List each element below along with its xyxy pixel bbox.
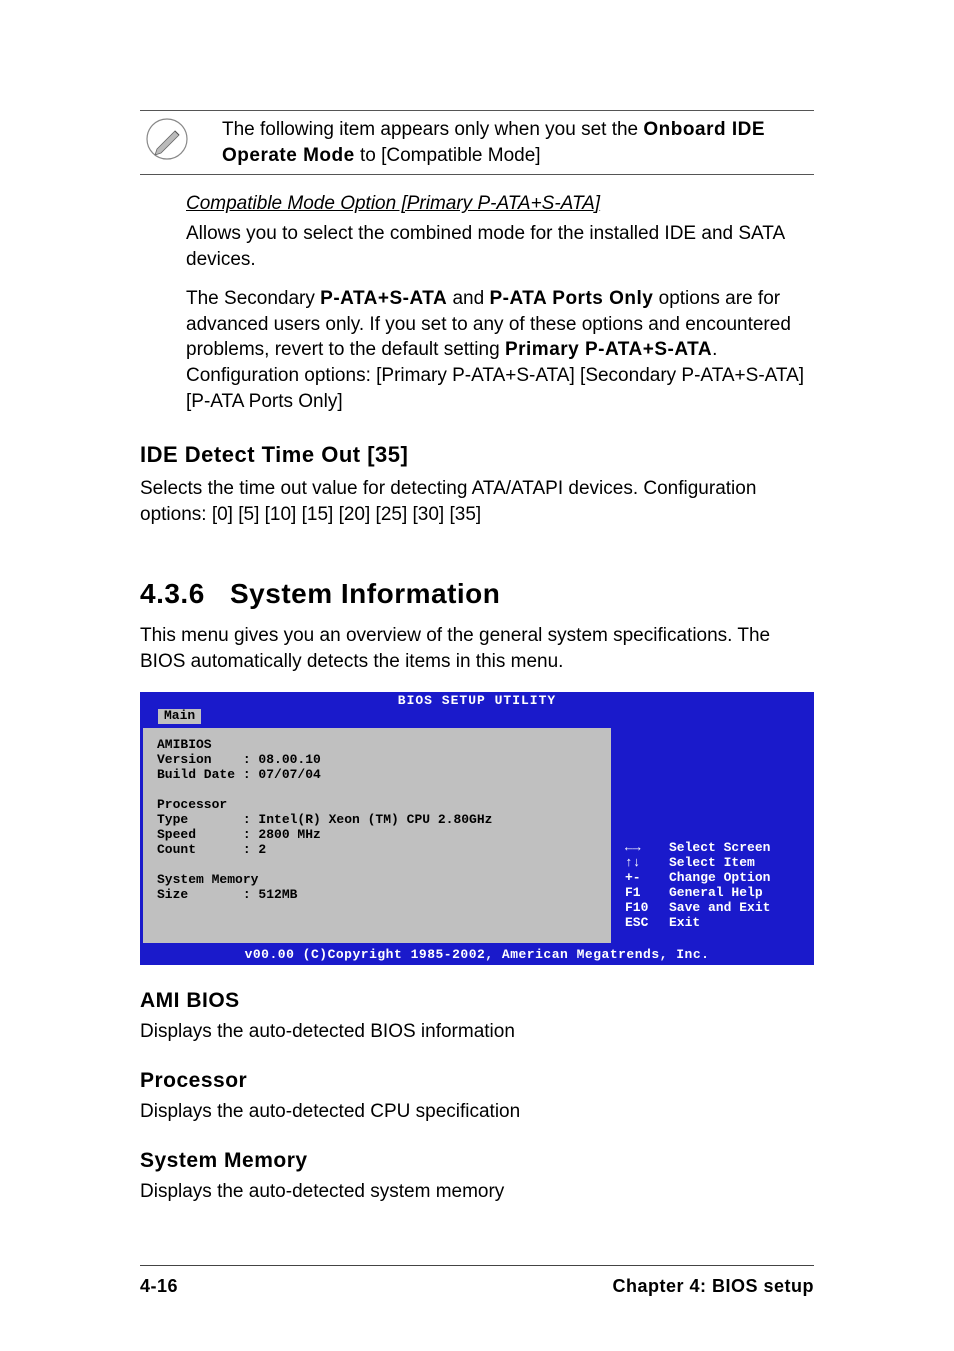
section-title: System Information [230, 578, 500, 609]
system-memory-body: Displays the auto-detected system memory [140, 1179, 814, 1205]
bios-help-key: ↑↓ [625, 856, 669, 871]
bios-help-row: ↑↓Select Item [625, 856, 770, 871]
ami-bios-body: Displays the auto-detected BIOS informat… [140, 1019, 814, 1045]
ide-timeout-body: Selects the time out value for detecting… [140, 476, 814, 527]
section-number: 4.3.6 [140, 575, 230, 613]
bios-screenshot: BIOS SETUP UTILITY Main AMIBIOS Version … [140, 692, 814, 964]
processor-body: Displays the auto-detected CPU specifica… [140, 1099, 814, 1125]
bios-right-panel: ←→Select Screen↑↓Select Item+-Change Opt… [613, 726, 813, 944]
bios-help-row: ←→Select Screen [625, 841, 770, 856]
bios-body: AMIBIOS Version : 08.00.10 Build Date : … [140, 725, 814, 945]
bios-help-desc: General Help [669, 886, 763, 901]
bios-help-desc: Select Item [669, 856, 755, 871]
bios-help-desc: Save and Exit [669, 901, 770, 916]
compat-mode-p2: The Secondary P-ATA+S-ATA and P-ATA Port… [186, 286, 814, 414]
system-memory-heading: System Memory [140, 1147, 814, 1175]
chapter-label: Chapter 4: BIOS setup [612, 1274, 814, 1298]
section-heading: 4.3.6System Information [140, 575, 814, 613]
text-bold: P-ATA Ports Only [489, 288, 653, 309]
bios-header: BIOS SETUP UTILITY [140, 692, 814, 709]
note-box: The following item appears only when you… [140, 110, 814, 175]
bios-help-key: +- [625, 871, 669, 886]
text-bold: Primary P-ATA+S-ATA [505, 339, 712, 360]
bios-left-panel: AMIBIOS Version : 08.00.10 Build Date : … [141, 726, 613, 944]
ami-bios-heading: AMI BIOS [140, 987, 814, 1015]
page-number: 4-16 [140, 1274, 178, 1298]
bios-help-row: +-Change Option [625, 871, 770, 886]
text-bold: P-ATA+S-ATA [320, 288, 447, 309]
bios-help-desc: Select Screen [669, 841, 770, 856]
processor-heading: Processor [140, 1067, 814, 1095]
bios-help-key: F1 [625, 886, 669, 901]
pencil-note-icon [140, 117, 194, 161]
page-footer: 4-16 Chapter 4: BIOS setup [140, 1265, 814, 1298]
bios-help-key: ←→ [625, 841, 669, 856]
bios-help-row: F10Save and Exit [625, 901, 770, 916]
bios-tab-main: Main [158, 709, 201, 724]
bios-footer: v00.00 (C)Copyright 1985-2002, American … [140, 946, 814, 965]
bios-help-key: F10 [625, 901, 669, 916]
bios-help-list: ←→Select Screen↑↓Select Item+-Change Opt… [625, 841, 770, 931]
note-prefix: The following item appears only when you… [222, 119, 643, 140]
note-suffix: to [Compatible Mode] [355, 145, 541, 166]
bios-help-desc: Change Option [669, 871, 770, 886]
bios-help-row: ESCExit [625, 916, 770, 931]
bios-help-desc: Exit [669, 916, 700, 931]
text: The Secondary [186, 288, 320, 309]
bios-help-key: ESC [625, 916, 669, 931]
bios-tabbar: Main [140, 709, 814, 725]
ide-timeout-heading: IDE Detect Time Out [35] [140, 440, 814, 470]
note-text: The following item appears only when you… [194, 117, 814, 168]
bios-help-row: F1General Help [625, 886, 770, 901]
compat-mode-title: Compatible Mode Option [Primary P-ATA+S-… [186, 191, 814, 217]
compat-mode-p1: Allows you to select the combined mode f… [186, 221, 814, 272]
section-intro: This menu gives you an overview of the g… [140, 623, 814, 674]
text: and [447, 288, 489, 309]
